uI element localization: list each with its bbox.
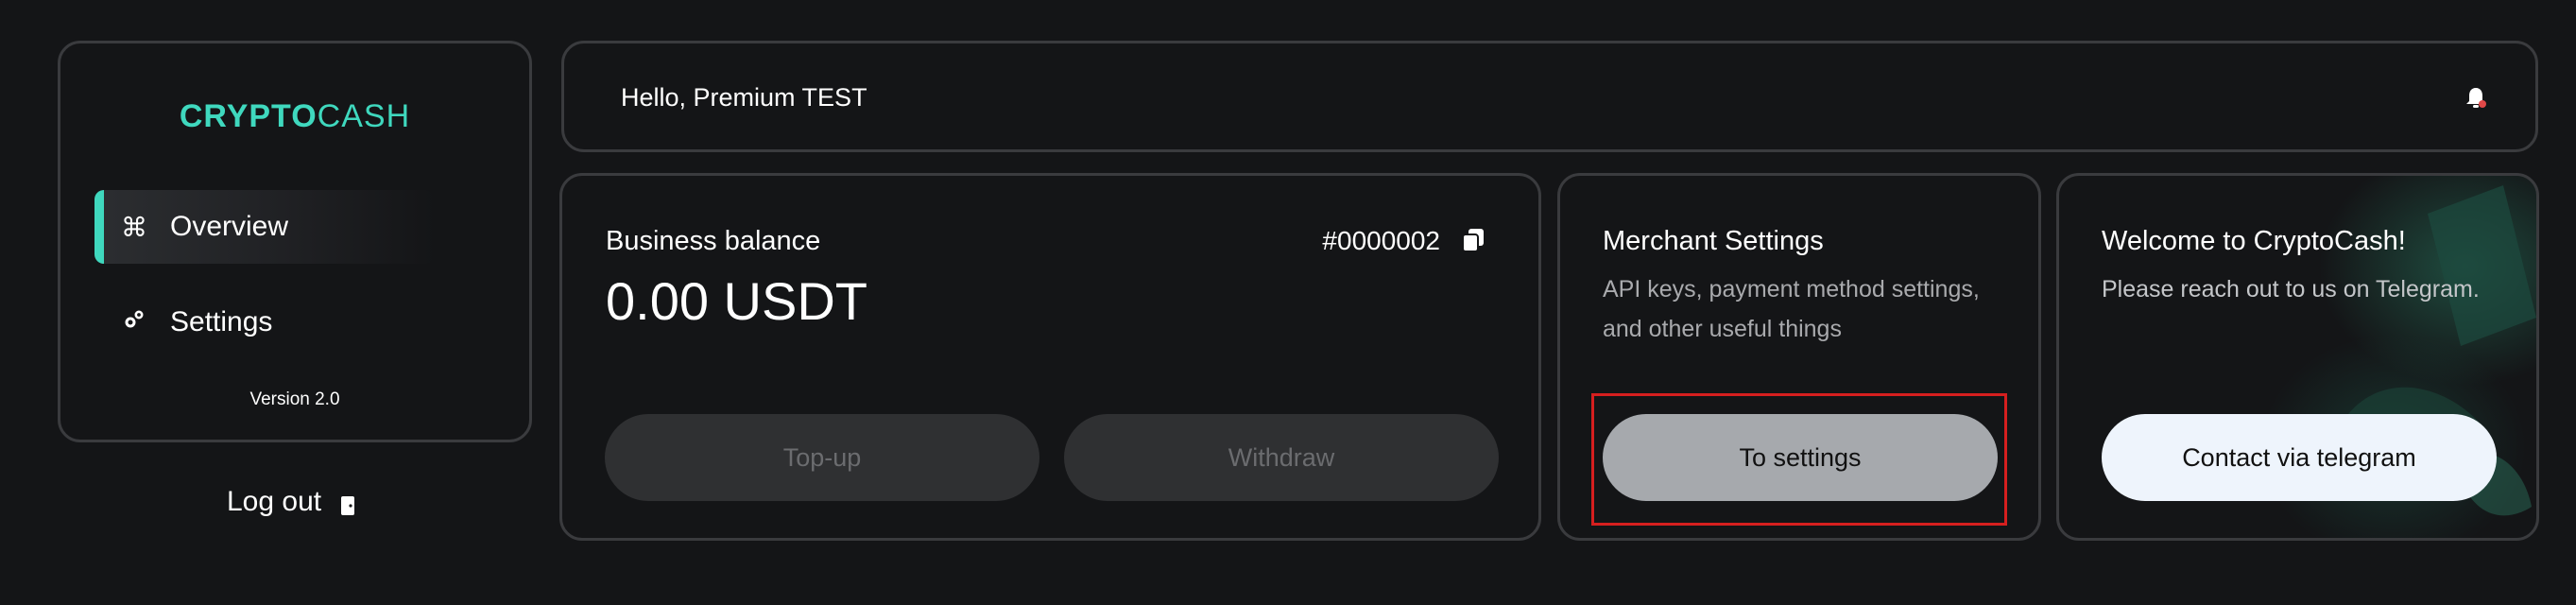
merchant-settings-card: Merchant Settings API keys, payment meth…: [1557, 173, 2041, 541]
sidebar-item-label: Settings: [170, 306, 273, 337]
copy-icon[interactable]: [1461, 227, 1485, 253]
version-label: Version 2.0: [249, 389, 340, 409]
sidebar-item-label: Overview: [170, 211, 289, 242]
command-icon: ⌘: [121, 212, 147, 242]
greeting: Hello, Premium TEST: [621, 83, 867, 112]
to-settings-button[interactable]: To settings: [1603, 414, 1998, 501]
logout-label: Log out: [227, 486, 322, 517]
sidebar-item-settings[interactable]: Settings: [94, 285, 435, 359]
withdraw-button[interactable]: Withdraw: [1064, 414, 1499, 501]
merchant-title: Merchant Settings: [1603, 226, 1824, 256]
balance-card: Business balance #0000002 0.00 USDT Top-…: [559, 173, 1541, 541]
welcome-title: Welcome to CryptoCash!: [2102, 226, 2406, 256]
welcome-description: Please reach out to us on Telegram.: [2102, 276, 2480, 302]
welcome-card: Welcome to CryptoCash! Please reach out …: [2056, 173, 2539, 541]
balance-title: Business balance: [606, 226, 821, 256]
sidebar: CRYPTOCASH ⌘ Overview Settings Version 2…: [58, 41, 532, 442]
header-bar: Hello, Premium TEST: [561, 41, 2538, 152]
balance-amount: 0.00 USDT: [606, 271, 867, 331]
topup-button[interactable]: Top-up: [605, 414, 1039, 501]
contact-telegram-button[interactable]: Contact via telegram: [2102, 414, 2497, 501]
gears-icon: [115, 307, 153, 337]
account-id: #0000002: [1322, 226, 1440, 255]
merchant-description: API keys, payment method settings, and o…: [1603, 276, 1980, 342]
logout-button[interactable]: Log out: [227, 482, 357, 522]
logo: CRYPTOCASH: [179, 98, 411, 134]
door-icon: [340, 492, 357, 515]
bell-icon[interactable]: [2464, 85, 2488, 112]
sidebar-item-overview[interactable]: ⌘ Overview: [94, 190, 435, 264]
